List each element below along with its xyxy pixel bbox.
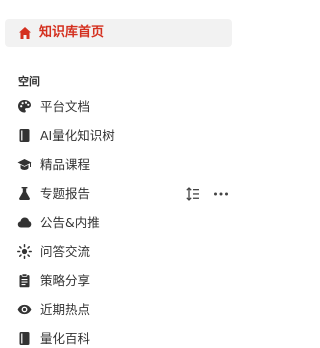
- sidebar-item-platform-docs[interactable]: 平台文档: [0, 94, 251, 120]
- sort-icon[interactable]: [185, 186, 201, 202]
- sidebar: 知识库首页 空间 平台文档 AI量化知识树 精品课程 专题报告 公告&内推 问答…: [0, 0, 251, 348]
- cloud-icon: [17, 215, 32, 230]
- sidebar-item-qa[interactable]: 问答交流: [0, 239, 251, 265]
- sidebar-item-label: 专题报告: [40, 186, 91, 201]
- sidebar-item-topic-reports[interactable]: 专题报告: [0, 181, 251, 207]
- palette-icon: [17, 99, 32, 114]
- sidebar-item-recent-hot[interactable]: 近期热点: [0, 297, 251, 323]
- sidebar-item-quant-encyclopedia[interactable]: 量化百科: [0, 326, 251, 348]
- sidebar-item-label: 精品课程: [40, 157, 91, 172]
- sidebar-item-label: 问答交流: [40, 244, 91, 259]
- graduation-cap-icon: [17, 157, 32, 172]
- sidebar-item-premium-courses[interactable]: 精品课程: [0, 152, 251, 178]
- sun-icon: [17, 244, 32, 259]
- sidebar-item-label: 知识库首页: [39, 25, 105, 40]
- home-icon: [18, 26, 32, 40]
- sidebar-item-home[interactable]: 知识库首页: [5, 19, 232, 47]
- nav-list: 平台文档 AI量化知识树 精品课程 专题报告 公告&内推 问答交流 策略分享 近…: [0, 94, 251, 348]
- sidebar-item-label: 近期热点: [40, 302, 91, 317]
- sidebar-item-label: 公告&内推: [40, 215, 100, 230]
- sidebar-item-label: AI量化知识树: [40, 128, 115, 143]
- sidebar-item-announcements[interactable]: 公告&内推: [0, 210, 251, 236]
- sidebar-item-strategy-sharing[interactable]: 策略分享: [0, 268, 251, 294]
- eye-icon: [17, 302, 32, 317]
- clipboard-icon: [17, 273, 32, 288]
- sidebar-item-ai-knowledge-tree[interactable]: AI量化知识树: [0, 123, 251, 149]
- sidebar-item-label: 量化百科: [40, 331, 91, 346]
- more-icon[interactable]: [213, 186, 229, 202]
- book-icon: [17, 128, 32, 143]
- sidebar-item-label: 策略分享: [40, 273, 91, 288]
- book-icon: [17, 331, 32, 346]
- section-title: 空间: [18, 75, 40, 88]
- sidebar-item-label: 平台文档: [40, 99, 91, 114]
- item-actions: [185, 186, 229, 202]
- flask-icon: [17, 186, 32, 201]
